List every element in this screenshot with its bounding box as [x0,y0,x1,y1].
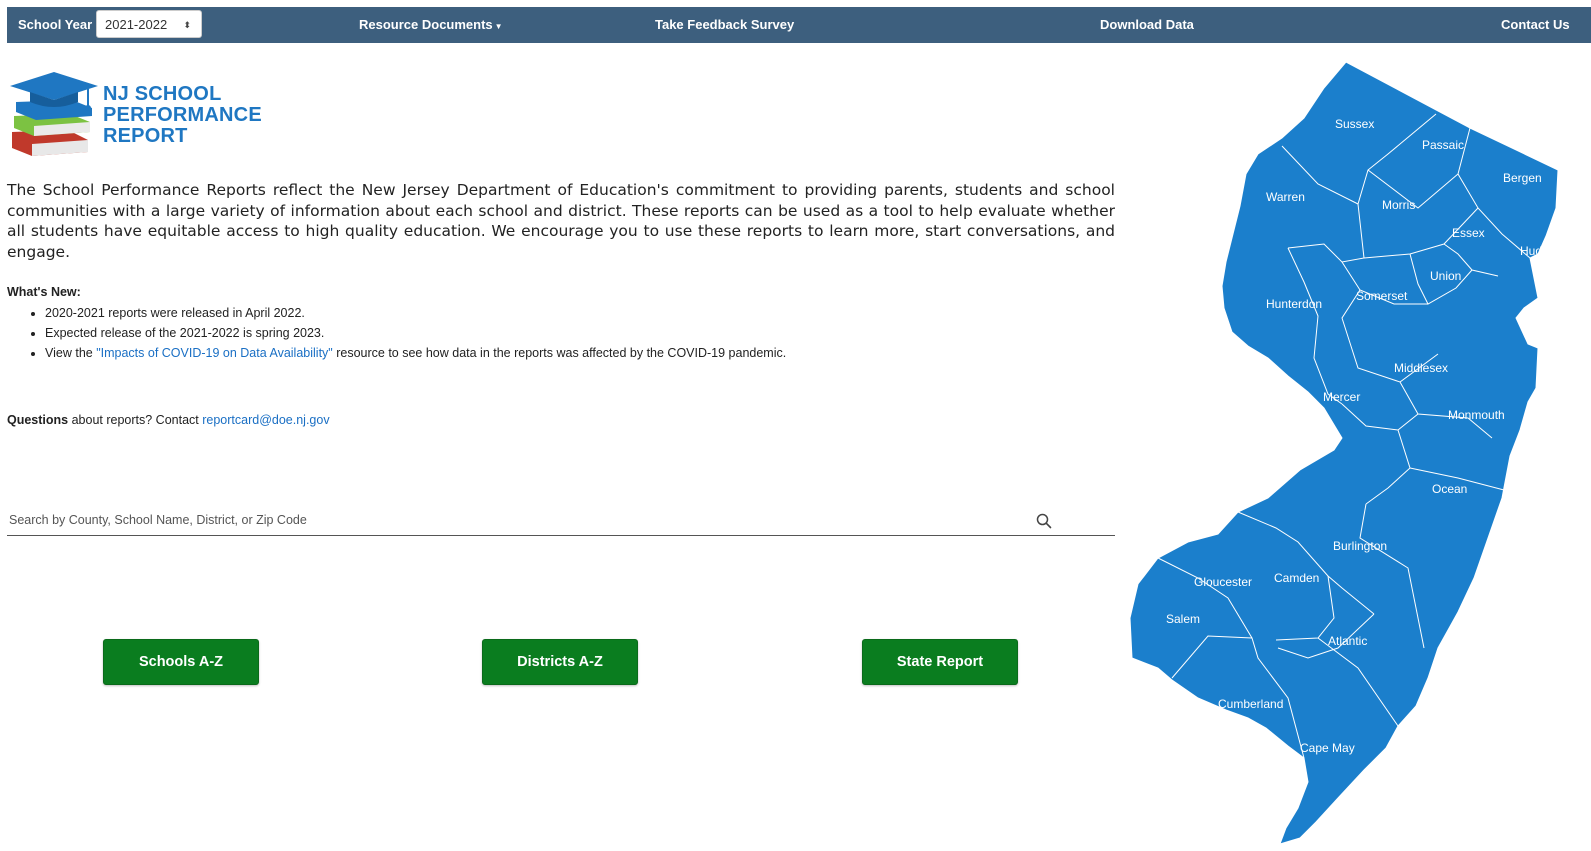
county-label-hudson: Hudson [1520,244,1561,258]
download-data-link[interactable]: Download Data [1100,7,1194,43]
county-label-cumberland: Cumberland [1218,697,1283,711]
list-item: 2020-2021 reports were released in April… [45,303,1107,323]
logo-line-1: NJ SCHOOL [103,83,222,105]
school-year-select[interactable]: 2021-2022 ⬍ [96,10,202,38]
books-graduation-cap-icon [10,72,98,156]
logo-line-3: REPORT [103,125,188,147]
nj-state-shape [1129,61,1559,845]
county-label-essex: Essex [1452,226,1485,240]
state-report-button[interactable]: State Report [862,639,1018,685]
whats-new-section: What's New: 2020-2021 reports were relea… [7,285,1107,363]
caret-down-icon: ▼ [494,22,503,31]
list-item: Expected release of the 2021-2022 is spr… [45,323,1107,343]
schools-a-z-button[interactable]: Schools A-Z [103,639,259,685]
county-label-atlantic: Atlantic [1328,634,1367,648]
top-navbar: School Year 2021-2022 ⬍ Resource Documen… [7,7,1591,43]
county-label-bergen: Bergen [1503,171,1542,185]
resource-documents-label: Resource Documents [359,17,493,32]
whats-new-title: What's New: [7,285,81,299]
districts-a-z-button[interactable]: Districts A-Z [482,639,638,685]
resource-documents-dropdown[interactable]: Resource Documents ▼ [359,7,503,43]
county-label-passaic: Passaic [1422,138,1464,152]
county-label-ocean: Ocean [1432,482,1467,496]
search-bar [7,505,1115,536]
school-year-value: 2021-2022 [105,17,168,32]
covid-impacts-link[interactable]: "Impacts of COVID-19 on Data Availabilit… [96,346,333,360]
questions-text: about reports? Contact [68,413,203,427]
contact-email-link[interactable]: reportcard@doe.nj.gov [202,413,329,427]
county-label-morris: Morris [1382,198,1415,212]
contact-us-link[interactable]: Contact Us [1501,7,1570,43]
county-label-sussex: Sussex [1335,117,1374,131]
county-label-monmouth: Monmouth [1448,408,1505,422]
county-label-gloucester: Gloucester [1194,575,1252,589]
list-item-prefix: View the [45,346,97,360]
nj-spr-logo: NJ SCHOOL PERFORMANCE REPORT [8,70,268,162]
whats-new-list: 2020-2021 reports were released in April… [7,303,1107,363]
school-year-label: School Year [18,17,93,32]
county-label-camden: Camden [1274,571,1319,585]
county-label-union: Union [1430,269,1461,283]
county-label-mercer: Mercer [1323,390,1360,404]
feedback-survey-link[interactable]: Take Feedback Survey [655,7,794,43]
page: School Year 2021-2022 ⬍ Resource Documen… [0,0,1591,851]
select-arrows-icon: ⬍ [183,20,191,30]
questions-bold: Questions [7,413,69,427]
county-label-somerset: Somerset [1356,289,1408,303]
county-label-warren: Warren [1266,190,1305,204]
logo-text: NJ SCHOOL PERFORMANCE REPORT [103,84,262,147]
nj-county-map[interactable]: Sussex Passaic Bergen Warren Morris Esse… [1128,58,1591,851]
county-label-salem: Salem [1166,612,1200,626]
questions-line: Questions about reports? Contact reportc… [7,413,330,427]
county-label-burlington: Burlington [1333,539,1387,553]
search-input[interactable] [7,509,1011,531]
county-label-hunterdon: Hunterdon [1266,297,1322,311]
logo-line-2: PERFORMANCE [103,104,262,126]
county-label-middlesex: Middlesex [1394,361,1448,375]
search-icon[interactable] [1035,512,1053,530]
list-item: View the "Impacts of COVID-19 on Data Av… [45,343,1107,363]
county-label-cape-may: Cape May [1300,741,1355,755]
list-item-suffix: resource to see how data in the reports … [332,346,787,360]
intro-paragraph: The School Performance Reports reflect t… [7,181,1115,261]
